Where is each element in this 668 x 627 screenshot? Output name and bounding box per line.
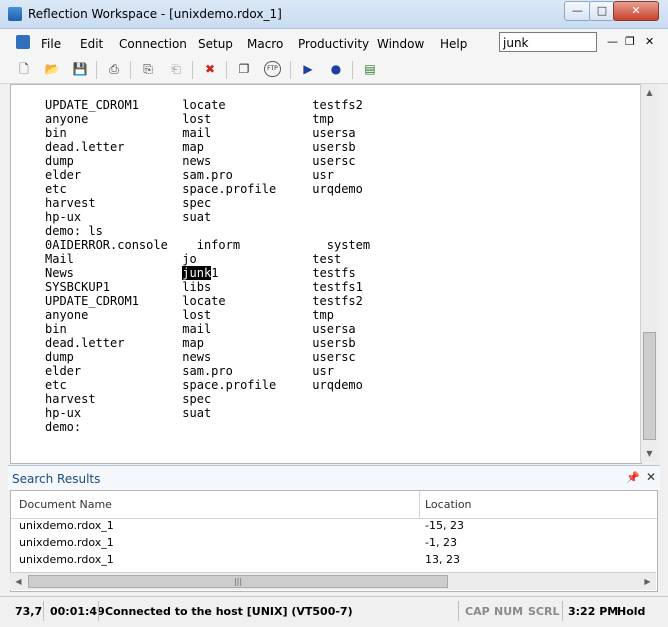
new-document-icon[interactable]: 🗋 (16, 61, 32, 77)
menu-connection[interactable]: Connection (119, 37, 187, 51)
close-button[interactable]: ✕ (613, 1, 659, 21)
save-icon[interactable]: 💾 (72, 61, 88, 77)
cursor-position: 73,7 (15, 605, 43, 618)
scroll-left-icon[interactable]: ◀ (10, 573, 27, 590)
terminal-line: dump news usersc (45, 350, 356, 364)
scrollbar-thumb[interactable] (643, 332, 656, 440)
document-icon[interactable] (16, 35, 30, 49)
terminal-line: hp-ux suat (45, 210, 212, 224)
open-folder-icon[interactable]: 📂 (44, 61, 60, 77)
terminal-line: SYSBCKUP1 libs testfs1 (45, 280, 363, 294)
app-icon (8, 7, 22, 21)
terminal-line: harvest spec (45, 392, 212, 406)
terminal-line: UPDATE_CDROM1 locate testfs2 (45, 98, 363, 112)
print-icon[interactable]: ⎙ (106, 61, 122, 77)
scroll-up-icon[interactable]: ▲ (641, 84, 658, 101)
terminal-line-prefix: News (45, 266, 183, 280)
terminal-line: harvest spec (45, 196, 212, 210)
pin-icon[interactable]: 📌 (626, 471, 640, 484)
panel-close-icon[interactable]: ✕ (646, 470, 656, 484)
minimize-button[interactable]: — (564, 1, 591, 21)
scroll-right-icon[interactable]: ▶ (639, 573, 656, 590)
terminal-line: demo: ls (45, 224, 103, 238)
document-settings-icon[interactable]: ❐ (236, 61, 252, 77)
terminal-line: dead.letter map usersb (45, 336, 356, 350)
terminal-line-match: News junk1 testfs (45, 266, 356, 280)
menu-file[interactable]: File (41, 37, 61, 51)
terminal-line: etc space.profile urqdemo (45, 182, 363, 196)
column-document-name[interactable]: Document Name (19, 498, 112, 511)
caps-lock-indicator: CAP (465, 605, 490, 618)
terminal-line: UPDATE_CDROM1 locate testfs2 (45, 294, 363, 308)
status-bar: 73,7 00:01:49 Connected to the host [UNI… (0, 596, 668, 627)
result-location: 13, 23 (425, 553, 460, 566)
mdi-minimize-button[interactable]: — (607, 35, 618, 48)
copy-icon[interactable]: ⎘ (140, 61, 156, 77)
terminal-line-tail: testfs (218, 266, 356, 280)
terminal-screen[interactable]: UPDATE_CDROM1 locate testfs2 anyone lost… (10, 84, 642, 464)
connection-status: Connected to the host [UNIX] (VT500-7) (105, 605, 353, 618)
terminal-line: bin mail usersa (45, 322, 356, 336)
search-match-highlight: junk (182, 266, 212, 280)
menu-productivity[interactable]: Productivity (298, 37, 369, 51)
maximize-button[interactable]: □ (589, 1, 615, 21)
disconnect-icon[interactable]: ✖ (202, 61, 218, 77)
terminal-line: elder sam.pro usr (45, 364, 334, 378)
num-lock-indicator: NUM (494, 605, 524, 618)
play-macro-icon[interactable]: ▶ (300, 61, 316, 77)
scroll-lock-indicator: SCRL (528, 605, 560, 618)
results-header-row: Document Name Location (11, 491, 657, 519)
terminal-line: demo: (45, 420, 82, 434)
terminal-line: elder sam.pro usr (45, 168, 334, 182)
terminal-line: Mail jo test (45, 252, 342, 266)
menu-macro[interactable]: Macro (247, 37, 283, 51)
search-results-header: Search Results 📌 ✕ (8, 465, 660, 490)
paste-icon[interactable]: ⎗ (168, 61, 184, 77)
menu-help[interactable]: Help (440, 37, 467, 51)
table-row[interactable]: unixdemo.rdox_1 -1, 23 (11, 535, 657, 552)
ftp-icon[interactable]: FTP (264, 61, 281, 77)
clock: 3:22 PM (568, 605, 619, 618)
record-macro-icon[interactable]: ● (328, 61, 344, 77)
mdi-restore-button[interactable]: ❐ (625, 35, 635, 48)
elapsed-time: 00:01:49 (50, 605, 105, 618)
terminal-line: etc space.profile urqdemo (45, 378, 363, 392)
terminal-line: anyone lost tmp (45, 308, 334, 322)
table-row[interactable]: unixdemo.rdox_1 13, 23 (11, 552, 657, 569)
terminal-vertical-scrollbar[interactable]: ▲ ▼ (640, 84, 658, 462)
result-document: unixdemo.rdox_1 (19, 519, 114, 532)
scroll-down-icon[interactable]: ▼ (641, 445, 658, 462)
menu-setup[interactable]: Setup (198, 37, 233, 51)
column-location[interactable]: Location (425, 498, 472, 511)
terminal-line: anyone lost tmp (45, 112, 334, 126)
result-document: unixdemo.rdox_1 (19, 553, 114, 566)
search-results-title: Search Results (12, 472, 101, 486)
results-horizontal-scrollbar[interactable]: ◀ ||| ▶ (10, 572, 656, 590)
search-input[interactable]: junk (499, 32, 597, 52)
scrollbar-thumb[interactable]: ||| (28, 575, 448, 588)
menu-window[interactable]: Window (377, 37, 424, 51)
toolbar: 🗋 📂 💾 ⎙ ⎘ ⎗ ✖ ❐ FTP ▶ ● ▤ (0, 57, 668, 84)
terminal-line: bin mail usersa (45, 126, 356, 140)
table-row[interactable]: unixdemo.rdox_1 -15, 23 (11, 518, 657, 535)
terminal-line: hp-ux suat (45, 406, 212, 420)
result-location: -15, 23 (425, 519, 464, 532)
result-document: unixdemo.rdox_1 (19, 536, 114, 549)
hold-indicator: Hold (617, 605, 646, 618)
mdi-close-button[interactable]: ✕ (645, 35, 654, 48)
result-location: -1, 23 (425, 536, 457, 549)
title-bar: Reflection Workspace - [unixdemo.rdox_1]… (0, 0, 668, 29)
screen-history-icon[interactable]: ▤ (362, 61, 378, 77)
terminal-line: dump news usersc (45, 154, 356, 168)
terminal-line: dead.letter map usersb (45, 140, 356, 154)
menu-edit[interactable]: Edit (80, 37, 103, 51)
terminal-line: 0AIDERROR.console inform system (45, 238, 371, 252)
window-title: Reflection Workspace - [unixdemo.rdox_1] (28, 7, 282, 21)
